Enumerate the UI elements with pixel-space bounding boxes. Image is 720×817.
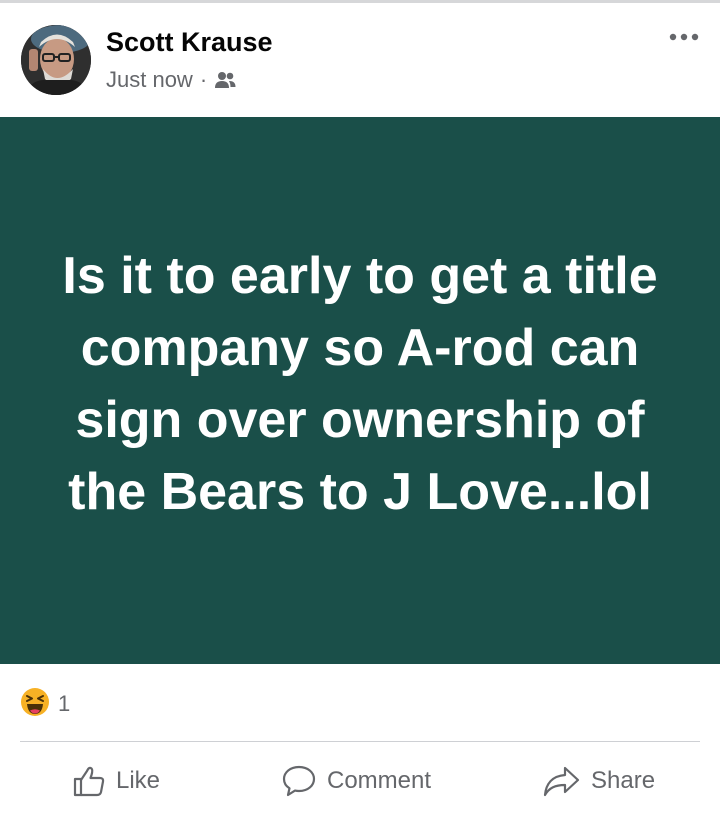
reaction-summary[interactable]: 1 bbox=[20, 687, 71, 722]
post-timestamp[interactable]: Just now bbox=[106, 67, 193, 93]
comment-label: Comment bbox=[327, 767, 432, 794]
friends-icon[interactable] bbox=[213, 70, 237, 90]
share-label: Share bbox=[591, 767, 656, 794]
like-icon bbox=[73, 766, 105, 797]
share-icon bbox=[543, 766, 580, 797]
post-text: Is it to early to get a title company so… bbox=[62, 246, 658, 521]
reaction-count: 1 bbox=[58, 691, 71, 716]
laughing-emoji-icon bbox=[20, 687, 50, 722]
comment-icon bbox=[282, 765, 316, 797]
meta-separator: · bbox=[199, 67, 208, 92]
comment-button[interactable]: Comment bbox=[281, 750, 431, 812]
actions-divider bbox=[20, 741, 700, 742]
like-button[interactable]: Like bbox=[72, 750, 160, 812]
like-label: Like bbox=[116, 767, 161, 794]
post-meta: Just now · bbox=[106, 67, 237, 93]
avatar-photo bbox=[21, 25, 91, 95]
post-actions: Like Comment Share bbox=[0, 750, 720, 812]
post-header: Scott Krause Just now · bbox=[0, 3, 720, 117]
share-button[interactable]: Share bbox=[543, 750, 655, 812]
more-options-icon[interactable] bbox=[666, 25, 702, 49]
author-name[interactable]: Scott Krause bbox=[106, 27, 273, 58]
author-avatar[interactable] bbox=[21, 25, 91, 95]
post-background: Is it to early to get a title company so… bbox=[0, 117, 720, 664]
